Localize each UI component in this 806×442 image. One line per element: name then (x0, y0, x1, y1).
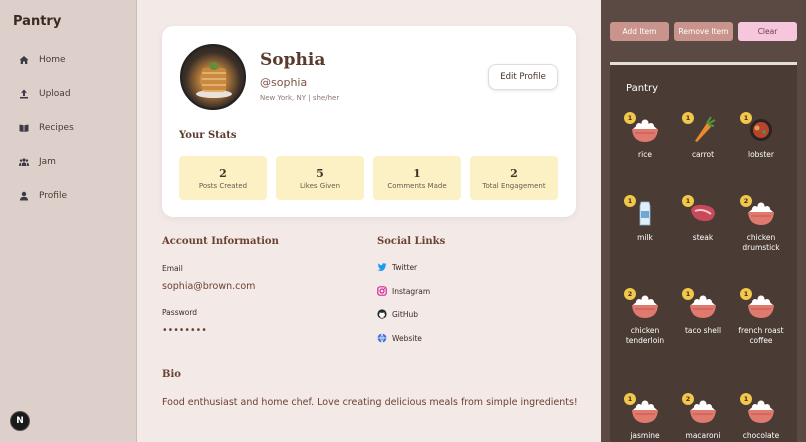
social-link-website[interactable]: Website (377, 333, 422, 343)
item-count-badge: 1 (624, 195, 636, 207)
sidebar-item-upload[interactable]: Upload (19, 85, 71, 103)
item-count-badge: 1 (624, 393, 636, 405)
dev-badge[interactable]: N (10, 411, 30, 431)
person-icon (20, 191, 28, 201)
social-link-instagram[interactable]: Instagram (377, 286, 430, 296)
instagram-icon (377, 286, 387, 296)
stat-label: Posts Created (198, 182, 248, 190)
stats-title: Your Stats (179, 130, 237, 141)
stat-value: 2 (219, 167, 227, 180)
item-label: lobster (748, 150, 774, 159)
sidebar-item-label: Jam (39, 157, 56, 167)
account-section-title: Account Information (162, 236, 279, 247)
profile-location: New York, NY | she/her (260, 94, 340, 102)
add-item-button[interactable]: Add Item (610, 22, 669, 41)
stat-total-engagement: 2 Total Engagement (470, 156, 558, 200)
app-brand: Pantry (13, 14, 62, 29)
item-label: steak (692, 233, 714, 242)
item-count-badge: 1 (682, 288, 694, 300)
bio-text: Food enthusiast and home chef. Love crea… (162, 397, 578, 408)
social-link-label: Website (392, 333, 422, 343)
item-count-badge: 2 (740, 195, 752, 207)
item-label: chocolate (742, 431, 780, 440)
avatar (180, 44, 246, 110)
sidebar-item-recipes[interactable]: Recipes (19, 119, 74, 137)
sidebar-item-profile[interactable]: Profile (19, 187, 67, 205)
item-count-badge: 2 (624, 288, 636, 300)
sidebar-item-label: Home (39, 55, 66, 65)
social-link-label: Instagram (392, 286, 431, 296)
stat-likes-given: 5 Likes Given (276, 156, 364, 200)
password-label: Password (162, 308, 198, 317)
stat-label: Comments Made (387, 182, 447, 190)
github-icon (377, 309, 387, 319)
profile-card: Sophia @sophia New York, NY | she/her Ed… (162, 26, 576, 217)
item-label: rice (638, 150, 652, 159)
stat-value: 1 (413, 167, 421, 180)
stat-value: 2 (510, 167, 518, 180)
social-link-github[interactable]: GitHub (377, 309, 418, 319)
profile-handle: @sophia (260, 76, 308, 89)
edit-profile-button[interactable]: Edit Profile (488, 64, 558, 90)
item-label: taco shell (684, 326, 722, 335)
group-icon (19, 158, 29, 166)
item-label: french roast coffee (738, 326, 784, 346)
item-label: carrot (691, 150, 715, 159)
item-label: jasmine (630, 431, 660, 440)
item-label: macaroni (685, 431, 721, 440)
sidebar-item-label: Upload (39, 89, 71, 99)
social-link-label: GitHub (392, 309, 418, 319)
home-icon (19, 56, 29, 64)
item-count-badge: 2 (682, 393, 694, 405)
stat-posts-created: 2 Posts Created (179, 156, 267, 200)
item-count-badge: 1 (682, 195, 694, 207)
upload-icon (20, 89, 28, 99)
item-count-badge: 1 (682, 112, 694, 124)
item-label: chicken tenderloin (625, 326, 665, 346)
sidebar-item-home[interactable]: Home (19, 51, 66, 69)
item-count-badge: 1 (624, 112, 636, 124)
stat-value: 5 (316, 167, 324, 180)
item-count-badge: 1 (740, 288, 752, 300)
stat-label: Total Engagement (482, 182, 546, 190)
sidebar-item-jam[interactable]: Jam (19, 153, 56, 171)
profile-name: Sophia (260, 50, 326, 70)
social-link-twitter[interactable]: Twitter (377, 262, 417, 272)
remove-item-button[interactable]: Remove Item (674, 22, 733, 41)
password-value: •••••••• (162, 325, 207, 336)
social-section-title: Social Links (377, 236, 446, 247)
sidebar: Pantry Home Upload Recipes Jam Profile N (0, 0, 137, 442)
item-label: milk (637, 233, 653, 242)
sidebar-item-label: Profile (39, 191, 67, 201)
stat-comments-made: 1 Comments Made (373, 156, 461, 200)
item-count-badge: 1 (740, 112, 752, 124)
social-link-label: Twitter (392, 262, 418, 272)
pantry-title: Pantry (626, 83, 658, 94)
item-label: chicken drumstick (742, 233, 780, 253)
email-value: sophia@brown.com (162, 281, 256, 292)
email-label: Email (162, 264, 183, 273)
stat-label: Likes Given (299, 182, 341, 190)
item-count-badge: 1 (740, 393, 752, 405)
twitter-icon (377, 263, 387, 271)
globe-icon (377, 333, 387, 343)
book-icon (19, 124, 29, 132)
sidebar-item-label: Recipes (39, 123, 74, 133)
bio-section-title: Bio (162, 369, 181, 380)
clear-button[interactable]: Clear (738, 22, 797, 41)
